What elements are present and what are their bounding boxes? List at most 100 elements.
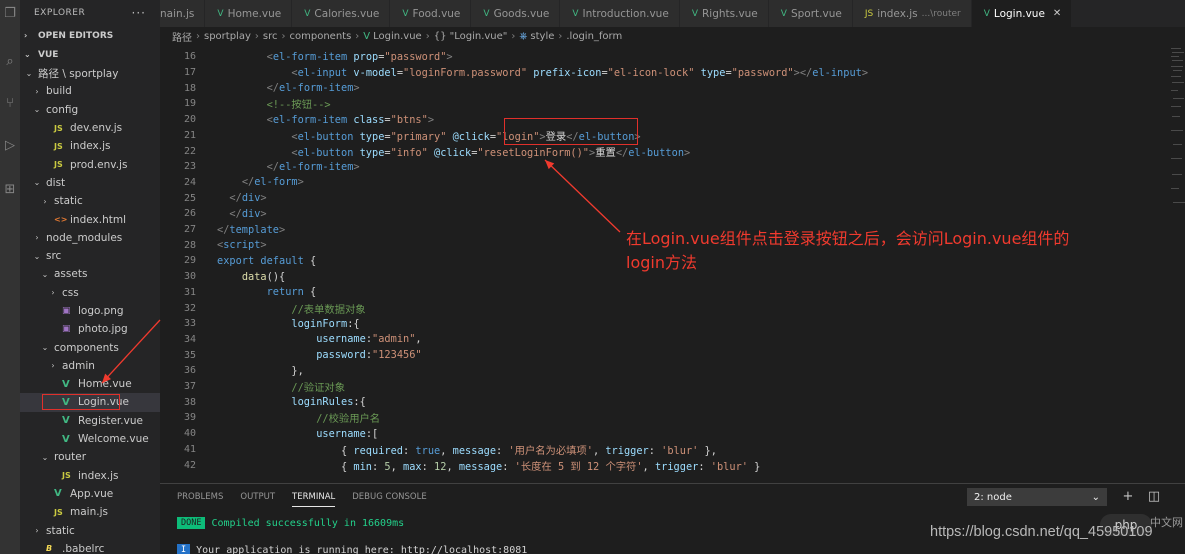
close-icon[interactable]: ✕ [1053, 8, 1061, 19]
tab-login-vue[interactable]: V Login.vue ✕ [971, 0, 1073, 27]
panel-tab-output[interactable]: OUTPUT [240, 484, 275, 510]
tree-folder[interactable]: ⌄ components [20, 338, 160, 356]
tree-file[interactable]: V Welcome.vue [20, 430, 160, 448]
code-token: </ [266, 160, 280, 173]
code-line[interactable]: 33 loginForm:{ [160, 316, 1170, 332]
code-token: </ [217, 223, 230, 236]
breadcrumb-item[interactable]: style [530, 31, 554, 42]
open-editors-section[interactable]: › OPEN EDITORS [20, 26, 160, 45]
tab-home-vue[interactable]: V Home.vue [205, 0, 293, 27]
tab-rights-vue[interactable]: V Rights.vue [679, 0, 769, 27]
run-debug-icon[interactable]: ▷ [2, 138, 18, 154]
panel-tab-debug-console[interactable]: DEBUG CONSOLE [352, 484, 426, 510]
code-line[interactable]: 32 //表单数据对象 [160, 300, 1170, 316]
tree-folder[interactable]: ⌄ 路径 \ sportplay [20, 64, 160, 82]
new-terminal-icon[interactable]: + [1120, 488, 1136, 506]
code-line[interactable]: 37 //验证对象 [160, 379, 1170, 395]
minimap[interactable] [1169, 46, 1185, 246]
tree-folder[interactable]: › admin [20, 357, 160, 375]
breadcrumb-item[interactable]: sportplay [204, 31, 251, 42]
workspace-section[interactable]: ⌄ VUE [20, 45, 160, 64]
code-line[interactable]: 23 </el-form-item> [160, 159, 1170, 175]
code-editor[interactable]: 42 { min: 5, max: 12, message: '长度在 5 到 … [160, 46, 1185, 483]
tab-nain-js[interactable]: nain.js [160, 0, 206, 27]
tab-introduction-vue[interactable]: V Introduction.vue [560, 0, 680, 27]
panel-tab-problems[interactable]: PROBLEMS [177, 484, 223, 510]
tree-folder[interactable]: › static [20, 192, 160, 210]
tree-file[interactable]: JS dev.env.js [20, 119, 160, 137]
tree-folder[interactable]: › build [20, 82, 160, 100]
tree-file[interactable]: JS main.js [20, 503, 160, 521]
code-line[interactable]: 25 </div> [160, 190, 1170, 206]
tree-file[interactable]: V Login.vue [20, 393, 160, 412]
tree-folder[interactable]: ⌄ src [20, 247, 160, 265]
tree-file[interactable]: V Home.vue [20, 375, 160, 393]
code-line[interactable]: 26 </div> [160, 206, 1170, 222]
breadcrumb-item[interactable]: src [263, 31, 278, 42]
code-line[interactable]: 31 return { [160, 285, 1170, 301]
code-line[interactable]: 22 <el-button type="info" @click="resetL… [160, 143, 1170, 159]
tree-item-label: admin [62, 359, 95, 372]
tree-folder[interactable]: ⌄ router [20, 448, 160, 466]
code-line[interactable]: 19 <!--按钮--> [160, 96, 1170, 112]
tab-index-js[interactable]: JS index.js ...\router [852, 0, 972, 27]
code-token: prop [347, 50, 379, 63]
tree-file[interactable]: V Register.vue [20, 412, 160, 430]
code-line[interactable]: 24 </el-form> [160, 175, 1170, 191]
breadcrumb-item[interactable]: components [290, 31, 352, 42]
tab-calories-vue[interactable]: V Calories.vue [292, 0, 391, 27]
code-line[interactable]: 40 username:[ [160, 426, 1170, 442]
tree-folder[interactable]: › css [20, 284, 160, 302]
tree-file[interactable]: JS prod.env.js [20, 155, 160, 173]
breadcrumb-item[interactable]: .login_form [566, 31, 622, 42]
code-token: trigger [605, 444, 649, 457]
breadcrumb-item[interactable]: 路径 [172, 29, 192, 44]
tab-food-vue[interactable]: V Food.vue [390, 0, 472, 27]
tree-folder[interactable]: › node_modules [20, 229, 160, 247]
source-control-icon[interactable]: ⑂ [2, 96, 18, 112]
tree-file[interactable]: B .babelrc [20, 540, 160, 554]
split-terminal-icon[interactable]: ◫ [1146, 488, 1162, 506]
tree-folder[interactable]: ⌄ assets [20, 265, 160, 283]
code-line[interactable]: 34 username:"admin", [160, 332, 1170, 348]
code-line[interactable]: 21 <el-button type="primary" @click="log… [160, 128, 1170, 144]
tree-file[interactable]: <> index.html [20, 210, 160, 228]
files-icon[interactable]: ❐ [2, 6, 18, 22]
tree-folder[interactable]: ⌄ config [20, 101, 160, 119]
chevron-right-icon: › [51, 361, 55, 371]
code-line[interactable]: 18 </el-form-item> [160, 80, 1170, 96]
tree-folder[interactable]: › static [20, 521, 160, 539]
breadcrumb: 路径 › sportplay › src › components › V Login.vue ›{… [160, 27, 1185, 46]
panel-tab-terminal[interactable]: TERMINAL [292, 484, 336, 510]
tab-sport-vue[interactable]: V Sport.vue [768, 0, 853, 27]
tree-folder[interactable]: ⌄ dist [20, 174, 160, 192]
chevron-down-icon: ⌄ [41, 452, 49, 462]
code-line[interactable]: 36 }, [160, 363, 1170, 379]
breadcrumb-item[interactable]: Login.vue [373, 31, 422, 42]
tab-goods-vue[interactable]: V Goods.vue [471, 0, 561, 27]
breadcrumb-item[interactable]: {} "Login.vue" [434, 31, 508, 42]
more-actions-icon[interactable]: ··· [132, 6, 146, 20]
search-icon[interactable]: ⌕ [2, 54, 18, 70]
code-line[interactable]: 41 { required: true, message: '用户名为必填项',… [160, 442, 1170, 458]
code-line[interactable]: 39 //校验用户名 [160, 410, 1170, 426]
tree-file[interactable]: V App.vue [20, 485, 160, 503]
terminal-select[interactable]: 2: node ⌄ [967, 488, 1107, 506]
tree-file[interactable]: JS index.js [20, 137, 160, 155]
code-line[interactable]: 38 loginRules:{ [160, 394, 1170, 410]
line-number: 40 [183, 428, 196, 440]
code-line[interactable]: 16 <el-form-item prop="password"> [160, 49, 1170, 65]
tree-file[interactable]: ▣ logo.png [20, 302, 160, 320]
tree-file[interactable]: JS index.js [20, 467, 160, 485]
tree-file[interactable]: ▣ photo.jpg [20, 320, 160, 338]
code-line[interactable]: 20 <el-form-item class="btns"> [160, 112, 1170, 128]
annotation-highlight-box [42, 394, 120, 411]
code-line[interactable]: 42 { min: 5, max: 12, message: '长度在 5 到 … [160, 457, 1170, 473]
extensions-icon[interactable]: ⊞ [2, 182, 18, 198]
code-token: > [861, 66, 869, 79]
code-line[interactable]: 35 password:"123456" [160, 347, 1170, 363]
code-line[interactable]: 17 <el-input v-model="loginForm.password… [160, 65, 1170, 81]
